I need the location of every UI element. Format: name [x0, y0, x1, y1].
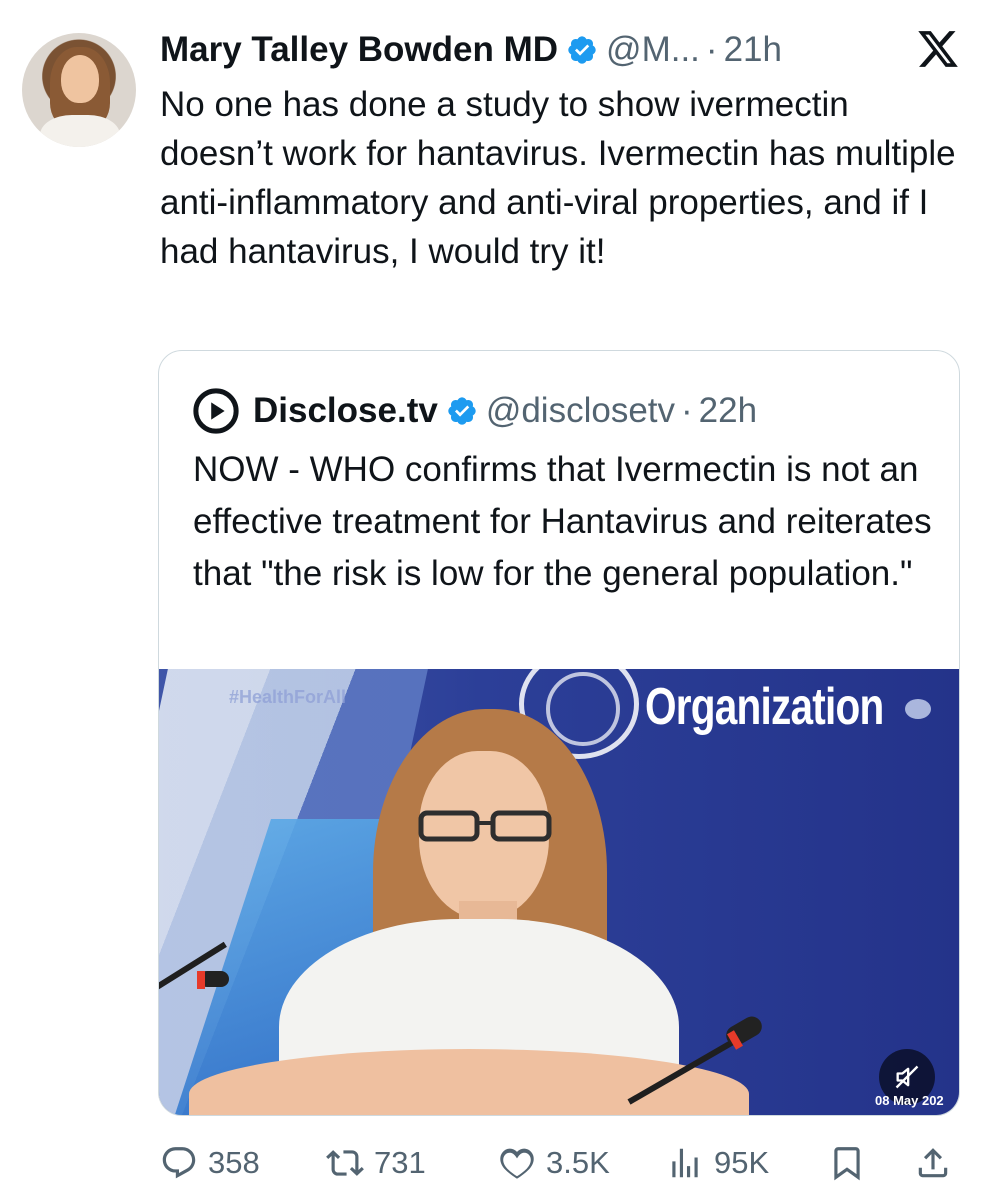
- like-button[interactable]: 3.5K: [498, 1140, 610, 1186]
- quoted-video[interactable]: #HealthForAll Organization 08 May 202: [159, 669, 959, 1115]
- quoted-author-handle[interactable]: @disclosetv: [486, 391, 675, 431]
- quoted-tweet-text: NOW - WHO confirms that Ivermectin is no…: [193, 450, 932, 593]
- tweet-actions-bar: 358 731 3.5K 95K: [160, 1140, 960, 1186]
- backdrop-hashtag: #HealthForAll: [229, 687, 347, 707]
- repost-count: 731: [374, 1145, 426, 1180]
- views-count: 95K: [714, 1145, 770, 1180]
- repost-button[interactable]: 731: [326, 1140, 426, 1186]
- author-handle[interactable]: @M...: [606, 30, 700, 70]
- tweet-header: Mary Talley Bowden MD @M... · 21h: [160, 26, 782, 74]
- microphone-left-light: [197, 971, 205, 989]
- quoted-tweet-time[interactable]: 22h: [699, 391, 757, 431]
- quoted-header-separator: ·: [681, 391, 693, 430]
- avatar-shirt: [40, 115, 120, 147]
- tweet-text: No one has done a study to show ivermect…: [160, 85, 956, 271]
- quoted-author-name[interactable]: Disclose.tv: [253, 391, 438, 431]
- avatar-face: [61, 55, 99, 103]
- repost-icon: [326, 1150, 364, 1176]
- tweet-time[interactable]: 21h: [724, 30, 782, 70]
- author-name[interactable]: Mary Talley Bowden MD: [160, 30, 558, 70]
- verified-badge-icon: [568, 36, 596, 64]
- reply-count: 358: [208, 1145, 260, 1180]
- reply-icon: [162, 1147, 196, 1179]
- heart-icon: [500, 1148, 534, 1179]
- views-button[interactable]: 95K: [666, 1140, 769, 1186]
- like-count: 3.5K: [546, 1145, 610, 1180]
- quoted-tweet-card[interactable]: Disclose.tv @disclosetv · 22h NOW - WHO …: [158, 350, 960, 1116]
- views-chart-icon: [672, 1148, 698, 1178]
- author-avatar[interactable]: [22, 33, 136, 147]
- share-icon: [918, 1148, 948, 1178]
- channel-watermark-icon: [905, 699, 931, 719]
- header-separator: ·: [705, 30, 718, 69]
- quoted-tweet-header: Disclose.tv @disclosetv · 22h: [193, 387, 757, 435]
- bookmark-icon: [834, 1147, 860, 1181]
- reply-button[interactable]: 358: [160, 1140, 260, 1186]
- bookmark-button[interactable]: [828, 1140, 876, 1186]
- speaker-glasses: [418, 810, 552, 842]
- share-button[interactable]: [914, 1140, 962, 1186]
- muted-speaker-icon: [895, 1065, 919, 1089]
- x-logo-icon[interactable]: [916, 27, 960, 71]
- backdrop-organization-text: Organization: [645, 678, 884, 736]
- verified-badge-icon: [448, 397, 476, 425]
- video-date-stamp: 08 May 202: [875, 1093, 944, 1108]
- disclose-tv-logo-icon[interactable]: [193, 388, 239, 434]
